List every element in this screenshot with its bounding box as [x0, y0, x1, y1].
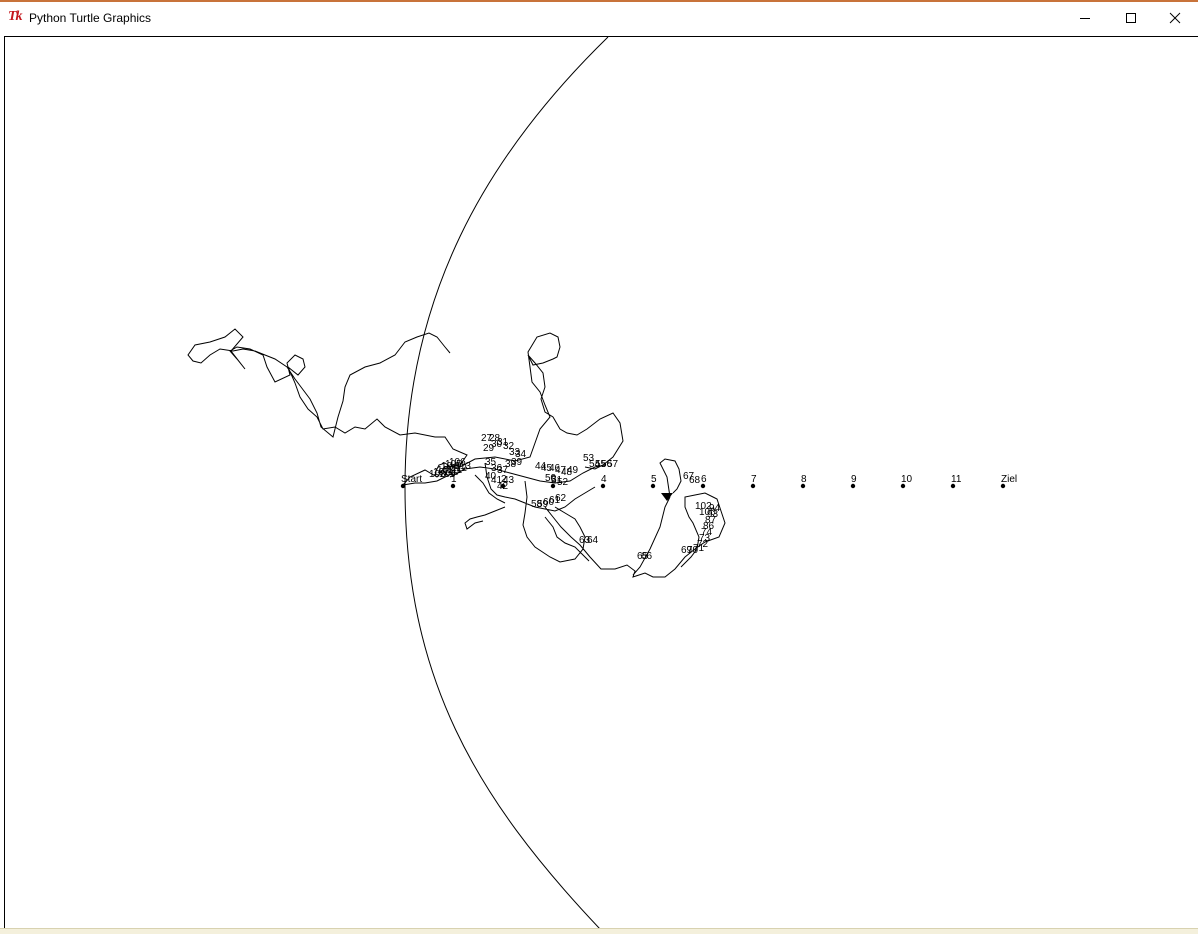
step-label: 43: [503, 475, 515, 486]
window-title: Python Turtle Graphics: [29, 11, 152, 25]
step-labels: 2728293031323334353637383940414243444546…: [429, 433, 721, 562]
turtle-drawing: Start 1 2 3 4 5 6 7 8 9 10 11 Ziel 27282930313233343…: [187, 37, 1017, 928]
track-label: 7: [751, 474, 757, 485]
track-label: 6: [701, 474, 707, 485]
step-label: 66: [641, 551, 653, 562]
step-label: 64: [587, 535, 599, 546]
minimize-icon: [1080, 18, 1090, 19]
step-label: 49: [567, 465, 579, 476]
track-label: 10: [901, 474, 913, 485]
tk-app-icon: Tk: [8, 9, 23, 24]
window-bottom-edge: [0, 928, 1198, 934]
step-label: 113: [455, 461, 471, 472]
turtle-path-west: [187, 328, 468, 486]
maximize-icon: [1126, 13, 1136, 23]
minimize-button[interactable]: [1062, 2, 1108, 34]
track-label: Ziel: [1001, 474, 1017, 485]
track-label: 11: [951, 474, 962, 485]
turtle-canvas[interactable]: Start 1 2 3 4 5 6 7 8 9 10 11 Ziel 27 28 29 30 31 32 33 34 3…: [4, 36, 1198, 928]
step-label: 68: [689, 475, 701, 486]
close-icon: [1169, 12, 1181, 24]
maximize-button[interactable]: [1108, 2, 1154, 34]
step-label: 102: [695, 501, 712, 512]
title-bar[interactable]: Tk Python Turtle Graphics: [0, 2, 1198, 34]
step-label: 57: [607, 459, 619, 470]
track-label: 4: [601, 474, 607, 485]
step-label: 39: [511, 457, 523, 468]
track-label: Start: [401, 474, 422, 485]
turtle-cursor-icon: [661, 493, 673, 501]
step-label: 62: [555, 493, 567, 504]
step-label: 52: [557, 477, 569, 488]
close-button[interactable]: [1152, 2, 1198, 34]
track-label: 9: [851, 474, 857, 485]
turtle-window: Tk Python Turtle Graphics Start 1 2 3 4 …: [0, 0, 1198, 934]
track-label: 8: [801, 474, 807, 485]
track-label: 5: [651, 474, 657, 485]
